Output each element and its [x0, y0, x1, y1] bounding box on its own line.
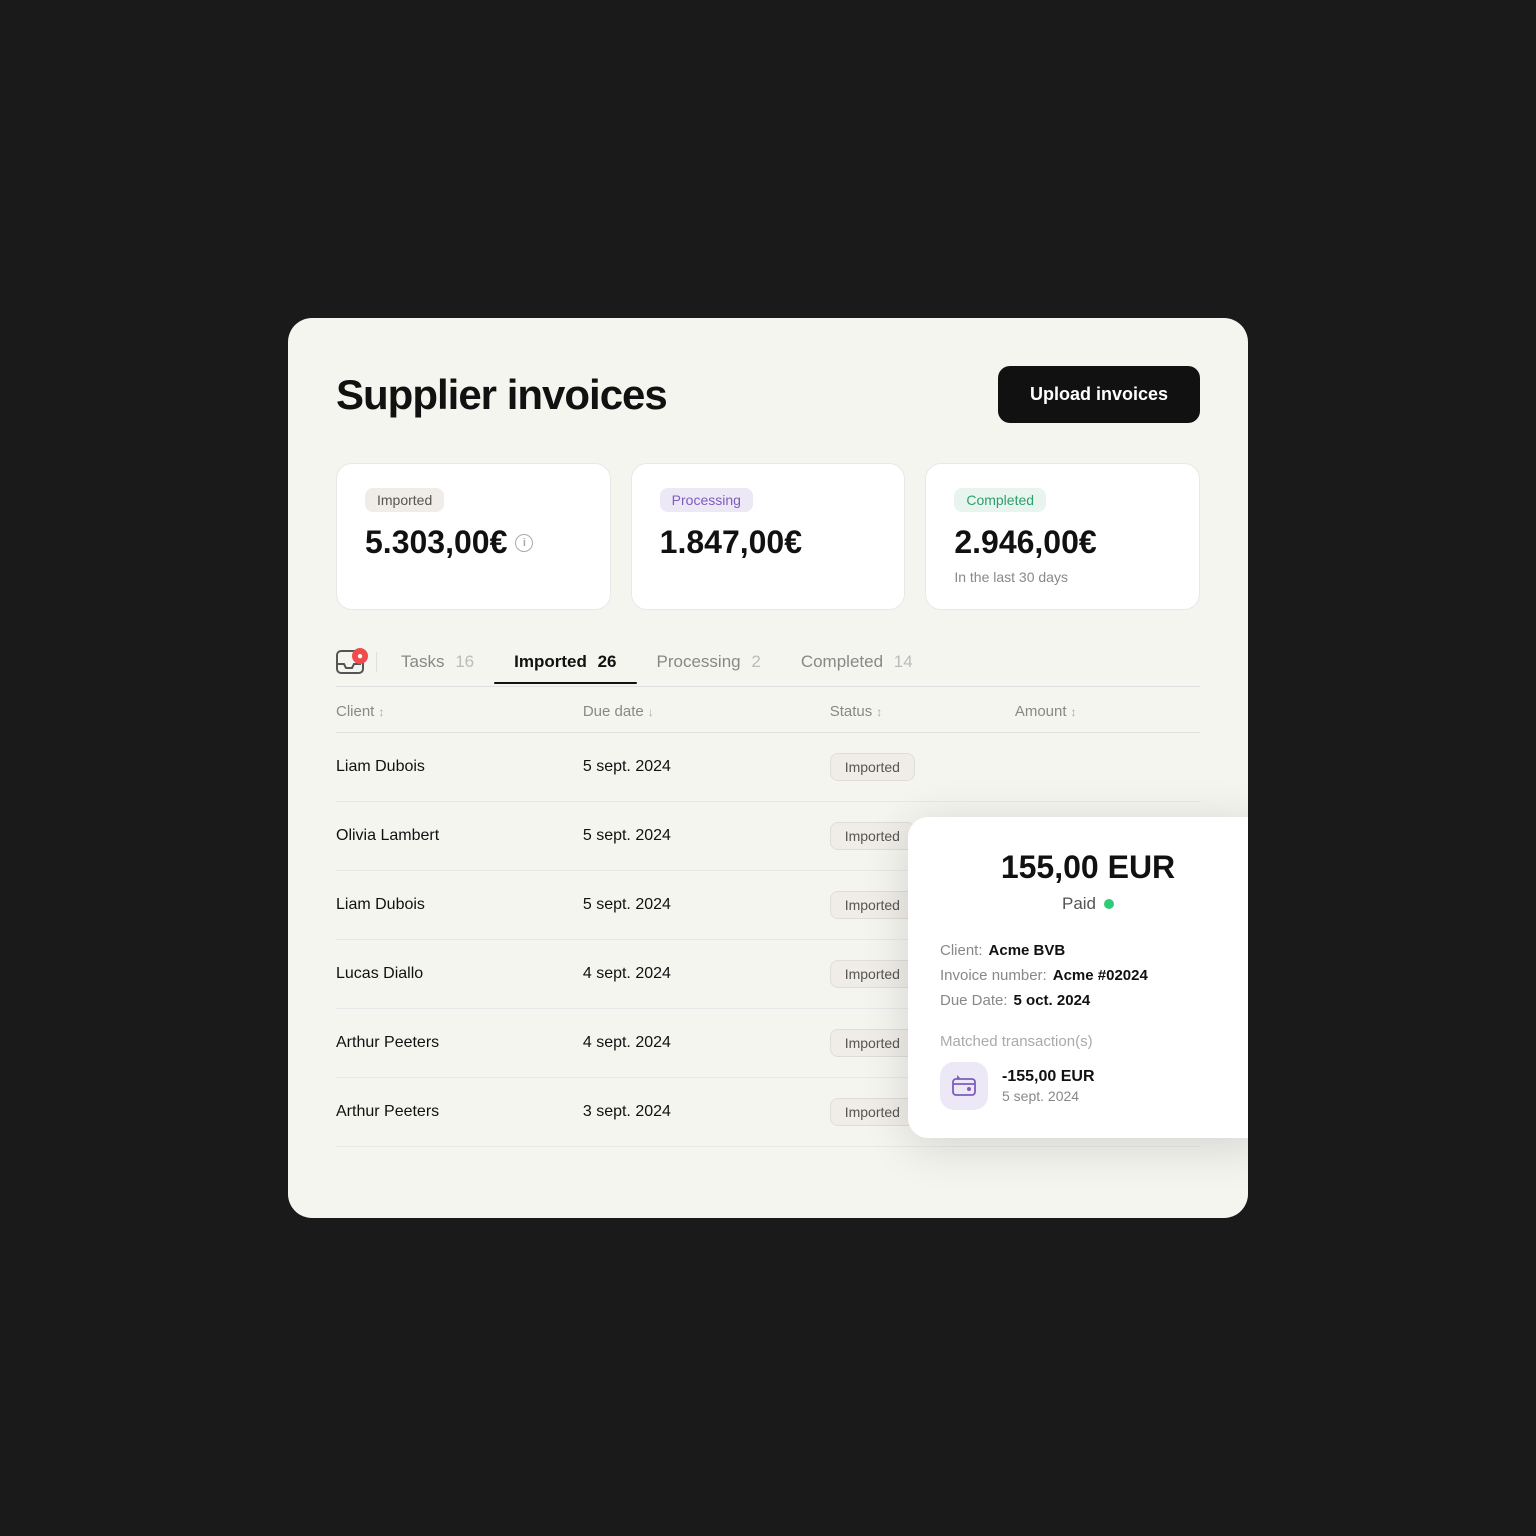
tab-processing[interactable]: Processing 2	[637, 652, 781, 684]
cell-due-date: 5 sept. 2024	[583, 896, 830, 914]
imported-badge: Imported	[365, 488, 444, 512]
popup-client-row: Client: Acme BVB	[940, 942, 1236, 959]
header-client[interactable]: Client ↕	[336, 703, 583, 720]
cell-client: Arthur Peeters	[336, 1034, 583, 1052]
cell-client: Arthur Peeters	[336, 1103, 583, 1121]
tab-completed[interactable]: Completed 14	[781, 652, 933, 684]
transaction-amount: -155,00 EUR	[1002, 1068, 1095, 1086]
header-status[interactable]: Status ↕	[830, 703, 1015, 720]
processing-badge: Processing	[660, 488, 753, 512]
sort-icon-due-date: ↓	[648, 705, 654, 719]
completed-amount: 2.946,00€	[954, 524, 1171, 561]
table-header: Client ↕ Due date ↓ Status ↕ Amount ↕	[336, 687, 1200, 733]
popup-amount: 155,00 EUR	[940, 849, 1236, 886]
tab-tasks[interactable]: Tasks 16	[381, 652, 494, 684]
page-title: Supplier invoices	[336, 371, 667, 419]
status-badge: Imported	[830, 960, 915, 988]
cell-due-date: 5 sept. 2024	[583, 758, 830, 776]
upload-invoices-button[interactable]: Upload invoices	[998, 366, 1200, 423]
popup-invoice-value: Acme #02024	[1053, 967, 1148, 984]
status-badge: Imported	[830, 1098, 915, 1126]
page-header: Supplier invoices Upload invoices	[336, 366, 1200, 423]
table-row[interactable]: Liam Dubois 5 sept. 2024 Imported	[336, 733, 1200, 802]
status-badge: Imported	[830, 753, 915, 781]
popup-status: Paid	[940, 894, 1236, 914]
popup-invoice-row: Invoice number: Acme #02024	[940, 967, 1236, 984]
popup-transactions-label: Matched transaction(s)	[940, 1033, 1236, 1050]
invoice-popup-card: 155,00 EUR Paid Client: Acme BVB Invoice…	[908, 817, 1248, 1138]
info-icon[interactable]: i	[515, 534, 533, 552]
cell-due-date: 4 sept. 2024	[583, 965, 830, 983]
status-badge: Imported	[830, 1029, 915, 1057]
completed-badge: Completed	[954, 488, 1046, 512]
sort-icon-status: ↕	[876, 705, 882, 719]
cell-status: Imported	[830, 753, 1015, 781]
processing-amount: 1.847,00€	[660, 524, 877, 561]
app-container: Supplier invoices Upload invoices Import…	[288, 318, 1248, 1218]
status-badge: Imported	[830, 891, 915, 919]
inbox-notification-badge: ●	[352, 648, 368, 664]
transaction-date: 5 sept. 2024	[1002, 1088, 1095, 1104]
sort-icon-amount: ↕	[1071, 705, 1077, 719]
stat-card-imported: Imported 5.303,00€ i	[336, 463, 611, 610]
status-badge: Imported	[830, 822, 915, 850]
tab-imported[interactable]: Imported 26	[494, 652, 636, 684]
popup-details: Client: Acme BVB Invoice number: Acme #0…	[940, 942, 1236, 1009]
stats-row: Imported 5.303,00€ i Processing 1.847,00…	[336, 463, 1200, 610]
popup-due-date-value: 5 oct. 2024	[1014, 992, 1091, 1009]
tabs-bar: ● Tasks 16 Imported 26 Processing 2 Comp…	[336, 650, 1200, 687]
cell-due-date: 5 sept. 2024	[583, 827, 830, 845]
tab-inbox[interactable]: ●	[336, 650, 364, 686]
popup-due-date-row: Due Date: 5 oct. 2024	[940, 992, 1236, 1009]
transaction-info: -155,00 EUR 5 sept. 2024	[1002, 1068, 1095, 1104]
header-amount[interactable]: Amount ↕	[1015, 703, 1200, 720]
cell-due-date: 4 sept. 2024	[583, 1034, 830, 1052]
completed-subtitle: In the last 30 days	[954, 569, 1171, 585]
tab-divider	[376, 652, 377, 672]
stat-card-processing: Processing 1.847,00€	[631, 463, 906, 610]
transaction-icon-wrap	[940, 1062, 988, 1110]
cell-client: Liam Dubois	[336, 758, 583, 776]
sort-icon-client: ↕	[378, 705, 384, 719]
cell-client: Lucas Diallo	[336, 965, 583, 983]
cell-due-date: 3 sept. 2024	[583, 1103, 830, 1121]
paid-dot	[1104, 899, 1114, 909]
imported-amount: 5.303,00€ i	[365, 524, 582, 561]
popup-transaction-item: -155,00 EUR 5 sept. 2024	[940, 1062, 1236, 1110]
header-due-date[interactable]: Due date ↓	[583, 703, 830, 720]
popup-client-value: Acme BVB	[989, 942, 1066, 959]
cell-client: Olivia Lambert	[336, 827, 583, 845]
stat-card-completed: Completed 2.946,00€ In the last 30 days	[925, 463, 1200, 610]
wallet-icon	[951, 1073, 977, 1099]
cell-client: Liam Dubois	[336, 896, 583, 914]
